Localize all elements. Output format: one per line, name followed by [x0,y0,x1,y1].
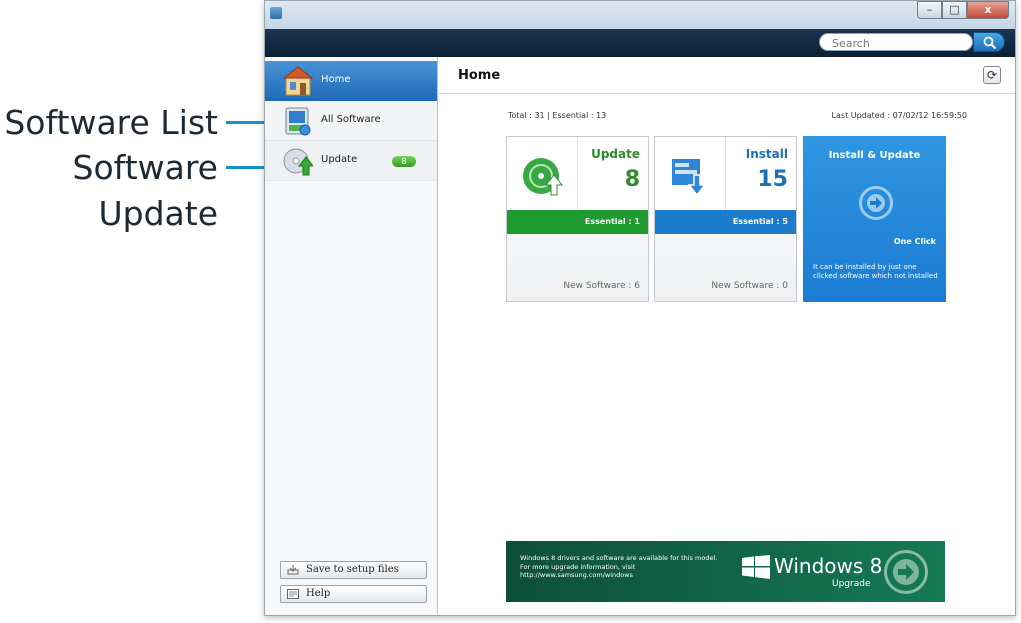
app-icon [270,7,282,19]
help-button-label: Help [306,588,331,599]
software-totals: Total : 31 | Essential : 13 [508,111,607,120]
main-header: Home ⟳ [438,57,1015,94]
windows8-title: Windows 8 [774,554,883,578]
windows8-upgrade-label: Upgrade [832,579,871,589]
sidebar-item-label: Home [321,74,351,85]
callout-software-update-line2: Update [98,194,218,233]
one-click-arrow-icon[interactable] [859,186,893,220]
sidebar-item-all-software[interactable]: All Software [265,101,437,141]
page-title: Home [458,68,501,83]
one-click-label: One Click [893,237,936,246]
install-icon [672,159,707,197]
sidebar: Home All Software Update 8 Save to setup… [265,57,438,615]
close-button[interactable]: x [967,1,1009,19]
sidebar-item-home[interactable]: Home [265,61,437,101]
app-window: – □ x Home [264,0,1016,616]
save-button-label: Save to setup files [306,564,399,575]
update-card[interactable]: Update 8 Essential : 1 New Software : 6 [506,136,649,302]
install-new-software: New Software : 0 [711,281,788,291]
help-button[interactable]: Help [280,585,427,603]
main-content: Home ⟳ Total : 31 | Essential : 13 Last … [438,57,1015,615]
callout-software-update-line1: Software [72,148,218,187]
minimize-button[interactable]: – [917,1,942,19]
install-card[interactable]: Install 15 Essential : 5 New Software : … [654,136,797,302]
windows8-arrow-icon[interactable] [884,550,928,594]
refresh-button[interactable]: ⟳ [983,66,1001,84]
window-controls: – □ x [917,1,1009,19]
install-and-update-card[interactable]: Install & Update One Click It can be ins… [803,136,946,302]
windows8-upgrade-banner[interactable]: Windows 8 drivers and software are avail… [506,541,945,602]
update-essential-bar: Essential : 1 [507,210,648,234]
install-update-description: It can be installed by just one clicked … [813,263,938,280]
save-icon [287,565,299,575]
search-box[interactable] [819,33,973,52]
all-software-icon [285,107,311,136]
update-new-software: New Software : 6 [563,281,640,291]
refresh-icon: ⟳ [986,68,998,82]
install-card-title: Install [745,147,788,161]
update-card-title: Update [591,147,640,161]
update-card-count: 8 [624,167,640,192]
windows-logo-icon [742,555,770,579]
search-input[interactable] [830,34,966,52]
title-bar[interactable]: – □ x [265,1,1015,29]
search-button[interactable] [973,32,1005,52]
install-card-count: 15 [757,167,788,192]
top-bar [265,29,1015,57]
card-divider [725,137,726,210]
install-update-title: Install & Update [828,150,921,161]
callout-software-list: Software List [4,103,218,142]
sidebar-item-update[interactable]: Update 8 [265,141,437,181]
update-disc-icon [523,158,563,196]
last-updated: Last Updated : 07/02/12 16:59:50 [831,111,967,120]
sidebar-item-label: All Software [321,114,381,125]
card-divider [577,137,578,210]
sidebar-item-label: Update [321,154,358,165]
windows8-banner-text: Windows 8 drivers and software are avail… [520,554,718,579]
home-icon [283,66,313,96]
help-icon [287,589,299,599]
maximize-button[interactable]: □ [942,1,967,19]
update-icon [283,148,313,176]
update-count-badge: 8 [392,156,416,167]
install-essential-bar: Essential : 5 [655,210,796,234]
save-to-setup-files-button[interactable]: Save to setup files [280,561,427,579]
search-icon [983,36,997,50]
